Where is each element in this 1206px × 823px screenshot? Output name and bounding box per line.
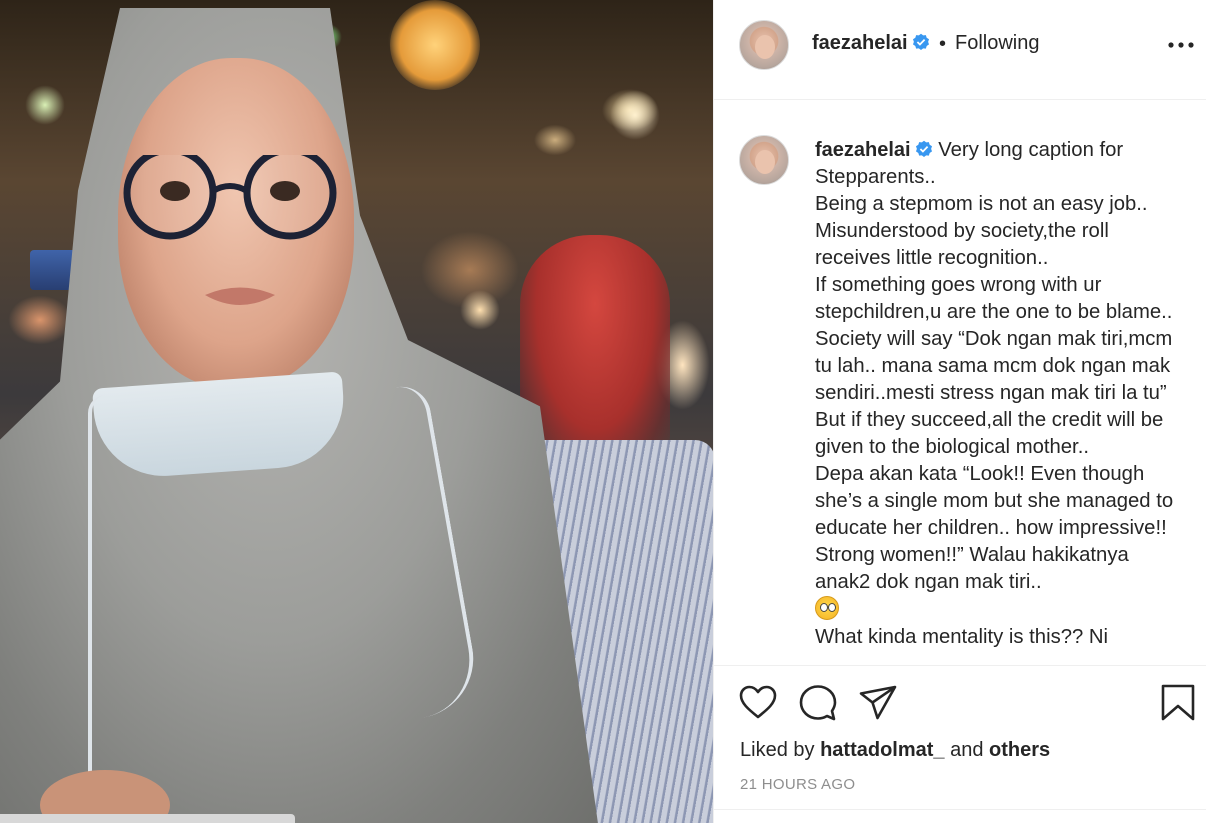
caption-text: Very long caption for Stepparents.. Bein… xyxy=(815,139,1174,593)
more-options-icon[interactable] xyxy=(1164,28,1198,62)
post-actions: Liked by hattadolmat_ and others 21 HOUR… xyxy=(714,665,1206,823)
post-timestamp[interactable]: 21 HOURS AGO xyxy=(740,776,855,793)
likes-conjunction: and xyxy=(950,739,984,761)
post-side-panel: faezahelai • Following faezahelai Very l… xyxy=(713,0,1206,823)
ellipsis-icon xyxy=(1168,42,1194,48)
avatar-face xyxy=(755,35,775,59)
bookmark-icon[interactable] xyxy=(1158,683,1198,723)
caption-text-continued: What kinda mentality is this?? Ni xyxy=(815,626,1109,648)
liked-by-label: Liked by xyxy=(740,739,815,761)
following-button[interactable]: Following xyxy=(955,32,1039,55)
background-light xyxy=(610,90,660,140)
bottom-scrollbar xyxy=(0,814,295,823)
post-photo[interactable] xyxy=(0,0,713,823)
avatar-face xyxy=(755,150,775,174)
caption-username-text[interactable]: faezahelai xyxy=(815,139,911,161)
face-with-rolling-eyes-emoji-icon xyxy=(815,596,839,620)
glasses xyxy=(123,155,337,240)
verified-badge-icon xyxy=(915,140,932,158)
username-link[interactable]: faezahelai xyxy=(812,32,930,55)
username-text[interactable]: faezahelai xyxy=(812,32,908,54)
comment-icon[interactable] xyxy=(798,683,838,723)
comments-section[interactable]: faezahelai Very long caption for Steppar… xyxy=(714,100,1206,665)
share-icon[interactable] xyxy=(858,683,898,723)
divider xyxy=(714,809,1206,810)
likes-summary: Liked by hattadolmat_ and others xyxy=(740,739,1050,762)
separator-dot: • xyxy=(939,33,947,55)
background-light xyxy=(460,290,500,330)
mouth xyxy=(205,287,275,305)
verified-badge-icon xyxy=(912,33,929,51)
background-light xyxy=(390,0,480,90)
caption-avatar[interactable] xyxy=(739,135,789,185)
post-header: faezahelai • Following xyxy=(714,0,1206,100)
liked-by-user-link[interactable]: hattadolmat_ xyxy=(820,739,944,761)
mask-strap xyxy=(88,395,106,823)
heart-icon[interactable] xyxy=(738,683,778,723)
others-link[interactable]: others xyxy=(989,739,1050,761)
caption-username[interactable]: faezahelai xyxy=(815,139,933,161)
background-light xyxy=(25,85,65,125)
post-caption: faezahelai Very long caption for Steppar… xyxy=(815,137,1185,651)
avatar[interactable] xyxy=(739,20,789,70)
